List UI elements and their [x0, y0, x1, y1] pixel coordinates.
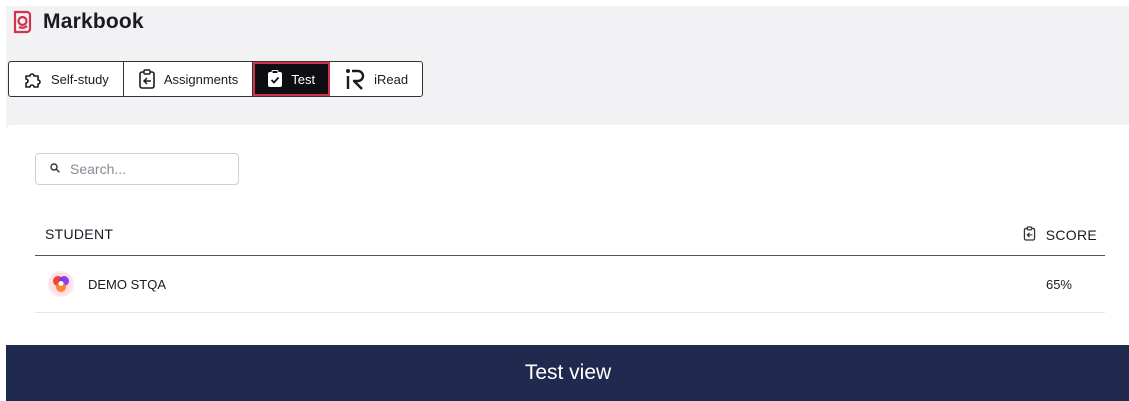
app-header: Markbook — [11, 9, 144, 35]
tab-label: Self-study — [51, 71, 109, 87]
tab-label: Test — [291, 71, 316, 87]
clipboard-arrow-icon — [1023, 226, 1036, 244]
caption-text: Test view — [524, 361, 612, 384]
avatar — [47, 270, 75, 298]
clipboard-arrow-icon — [138, 69, 156, 89]
tab-assignments[interactable]: Assignments — [124, 62, 254, 96]
puzzle-icon — [23, 69, 43, 89]
student-score: 65% — [1045, 277, 1072, 292]
tab-test[interactable]: Test — [253, 62, 331, 96]
tab-label: iRead — [374, 71, 409, 87]
table-row[interactable]: DEMO STQA 65% — [35, 256, 1105, 313]
iread-logo-icon — [344, 67, 366, 91]
search-icon — [50, 160, 60, 178]
tab-self-study[interactable]: Self-study — [9, 62, 124, 96]
search-input[interactable] — [68, 160, 232, 178]
caption-banner: Test view — [6, 345, 1129, 401]
tab-iread[interactable]: iRead — [330, 62, 422, 96]
student-name[interactable]: DEMO STQA — [88, 277, 166, 292]
column-header-score[interactable]: SCORE — [1023, 226, 1097, 244]
score-header-label: SCORE — [1045, 227, 1097, 243]
search-box[interactable] — [35, 153, 239, 185]
view-tabs: Self-study Assignments Test iRead — [8, 61, 424, 97]
app-title: Markbook — [43, 10, 144, 33]
tab-label: Assignments — [163, 71, 239, 87]
markbook-logo-icon — [11, 10, 33, 34]
results-panel: STUDENT SCORE — [6, 125, 1129, 347]
column-header-student[interactable]: STUDENT — [45, 226, 113, 242]
clipboard-check-icon — [267, 70, 283, 88]
